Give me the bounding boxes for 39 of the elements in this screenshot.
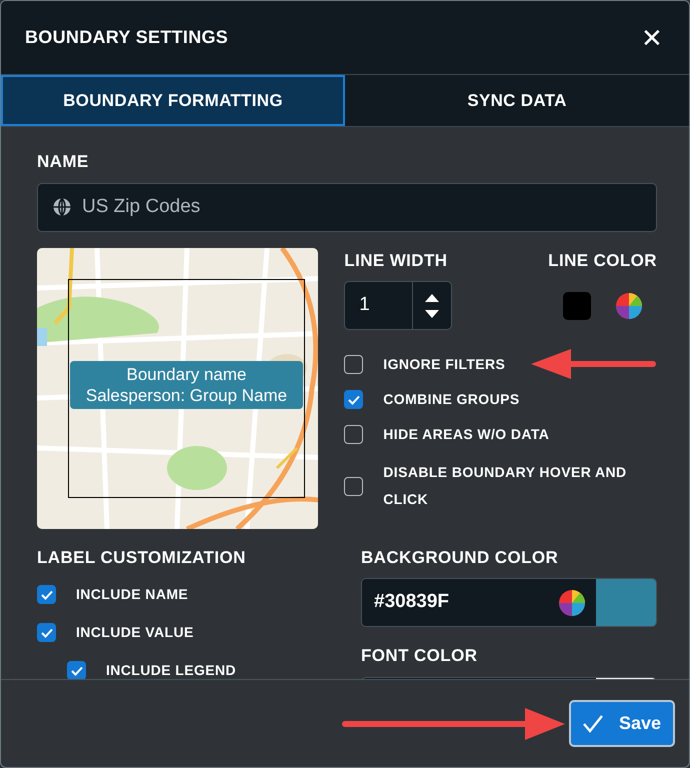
checkbox-label: COMBINE GROUPS — [383, 390, 520, 409]
field-label: LINE WIDTH — [344, 250, 448, 272]
dialog-title: BOUNDARY SETTINGS — [25, 26, 228, 49]
line-width-stepper[interactable]: 1 — [344, 281, 452, 330]
checkbox-label: INCLUDE NAME — [76, 585, 188, 604]
checkbox[interactable] — [344, 390, 364, 409]
checkbox-label: INCLUDE VALUE — [76, 623, 194, 642]
color-wheel-icon[interactable] — [614, 292, 643, 320]
field-label: FONT COLOR — [361, 645, 478, 667]
checkmark-icon — [40, 628, 52, 638]
checkbox-label: DISABLE BOUNDARY HOVER AND CLICK — [383, 463, 628, 509]
checkmark-icon — [70, 666, 82, 676]
checkbox[interactable] — [37, 623, 56, 642]
color-wheel-icon[interactable] — [558, 588, 586, 616]
checkbox-label: INCLUDE LEGEND — [106, 661, 236, 679]
checkbox[interactable] — [344, 425, 364, 444]
name-field[interactable]: US Zip Codes — [37, 182, 657, 232]
checkbox[interactable] — [37, 585, 56, 604]
save-button[interactable]: Save — [569, 700, 675, 747]
checkmark-icon — [583, 714, 603, 732]
checkmark-icon — [40, 590, 52, 600]
checkbox[interactable] — [67, 661, 86, 679]
close-button[interactable]: ✕ — [637, 24, 667, 50]
checkbox-label: IGNORE FILTERS — [383, 355, 506, 374]
checkmark-icon — [348, 394, 360, 404]
section-title: LABEL CUSTOMIZATION — [37, 546, 247, 568]
field-label: BACKGROUND COLOR — [361, 546, 560, 568]
checkbox-label: HIDE AREAS W/O DATA — [383, 425, 550, 444]
background-color-field[interactable]: #30839F — [361, 578, 657, 627]
decrement-icon[interactable] — [423, 308, 442, 320]
field-label: LINE COLOR — [548, 250, 657, 272]
field-label: NAME — [37, 151, 90, 173]
color-swatch[interactable] — [562, 292, 591, 320]
tab[interactable]: BOUNDARY FORMATTING — [1, 75, 345, 126]
boundary-label: Boundary name Salesperson: Group Name — [70, 360, 303, 408]
globe-icon — [52, 197, 72, 217]
checkbox[interactable] — [344, 476, 364, 496]
color-swatch[interactable] — [596, 579, 656, 626]
checkbox[interactable] — [344, 355, 364, 374]
